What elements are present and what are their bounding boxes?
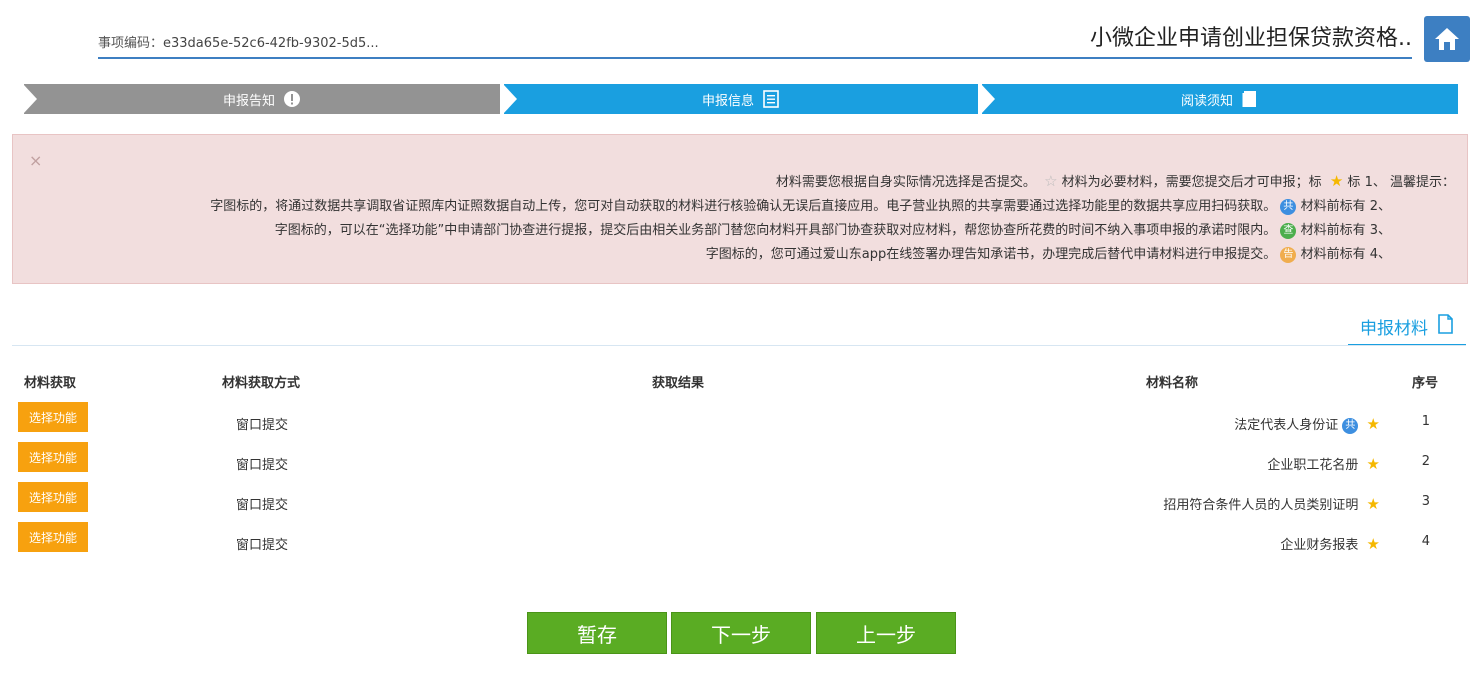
header-divider xyxy=(98,57,1412,59)
header-get: 材料获取 xyxy=(24,376,77,391)
table-header: 序号 材料名称 获取结果 材料获取方式 材料获取 xyxy=(12,362,1460,402)
material-name: 企业职工花名册 ★ xyxy=(1267,455,1380,473)
share-badge-icon: 共 xyxy=(1280,198,1297,215)
notice-line: 字图标的，将通过数据共享调取省证照库内证照数据自动上传，您可对自动获取的材料进行… xyxy=(210,198,1391,215)
step-read[interactable]: 阅读须知 xyxy=(981,84,1458,114)
section-title: 申报材料 xyxy=(1360,318,1428,339)
section-divider xyxy=(12,345,1466,346)
material-name: 招用符合条件人员的人员类别证明 ★ xyxy=(1163,495,1380,513)
home-button[interactable] xyxy=(1424,16,1470,62)
prev-button[interactable]: 上一步 xyxy=(816,612,956,654)
select-function-button[interactable]: 选择功能 xyxy=(18,482,88,512)
step-notify[interactable]: 申报告知 xyxy=(23,84,500,114)
page-title: 小微企业申请创业担保贷款资格.. xyxy=(1090,26,1412,51)
step-info[interactable]: 申报信息 xyxy=(503,84,978,114)
item-code-value: e33da65e-52c6-42fb-9302-5d5... xyxy=(163,36,379,51)
item-code-label: 事项编码： xyxy=(98,36,164,51)
section-tab-materials[interactable]: 申报材料 xyxy=(1348,308,1466,346)
star-icon: ★ xyxy=(1366,495,1380,513)
header-method: 材料获取方式 xyxy=(222,376,301,391)
table-row: 3 招用符合条件人员的人员类别证明 ★ 窗口提交 选择功能 xyxy=(12,482,1460,522)
check-badge-icon: 查 xyxy=(1280,222,1297,239)
outline-star-icon: ☆ xyxy=(1044,172,1058,190)
item-code: 事项编码：e33da65e-52c6-42fb-9302-5d5... xyxy=(98,32,379,51)
document-icon xyxy=(1436,313,1454,339)
select-function-button[interactable]: 选择功能 xyxy=(18,442,88,472)
select-function-button[interactable]: 选择功能 xyxy=(18,402,88,432)
notice-line: 材料需要您根据自身实际情况选择是否提交。 ☆ 材料为必要材料，需要您提交后才可申… xyxy=(775,172,1455,190)
book-icon xyxy=(1241,90,1259,108)
home-icon xyxy=(1435,28,1459,50)
table-row: 1 法定代表人身份证 共 ★ 窗口提交 选择功能 xyxy=(12,402,1460,442)
progress-steps: 申报告知 申报信息 阅读须知 xyxy=(23,84,1458,114)
notice-prefix: 温馨提示： xyxy=(1389,175,1455,190)
close-icon[interactable]: × xyxy=(29,151,42,170)
notice-line: 字图标的，可以在“选择功能”中申请部门协查进行提报，提交后由相关业务部门替您向材… xyxy=(274,222,1391,239)
form-list-icon xyxy=(762,90,780,108)
notify-badge-icon: 告 xyxy=(1280,246,1297,263)
table-row: 4 企业财务报表 ★ 窗口提交 选择功能 xyxy=(12,522,1460,562)
notice-line: 字图标的，您可通过爱山东app在线签署办理告知承诺书，办理完成后替代申请材料进行… xyxy=(705,246,1391,263)
header-result: 获取结果 xyxy=(652,376,705,391)
share-badge-icon: 共 xyxy=(1342,417,1359,434)
step-info-label: 申报信息 xyxy=(701,93,754,109)
material-name: 法定代表人身份证 共 ★ xyxy=(1234,415,1380,434)
save-button[interactable]: 暂存 xyxy=(527,612,667,654)
star-icon: ★ xyxy=(1329,172,1344,190)
star-icon: ★ xyxy=(1366,455,1380,473)
materials-table: 序号 材料名称 获取结果 材料获取方式 材料获取 1 法定代表人身份证 共 ★ … xyxy=(12,362,1460,562)
table-row: 2 企业职工花名册 ★ 窗口提交 选择功能 xyxy=(12,442,1460,482)
step-read-label: 阅读须知 xyxy=(1180,93,1233,109)
star-icon: ★ xyxy=(1366,535,1380,553)
material-name: 企业财务报表 ★ xyxy=(1280,535,1380,553)
page-header: 小微企业申请创业担保贷款资格.. 事项编码：e33da65e-52c6-42fb… xyxy=(0,0,1474,70)
header-idx: 序号 xyxy=(1411,376,1438,391)
header-name: 材料名称 xyxy=(1145,376,1198,391)
exclamation-icon xyxy=(283,90,301,108)
step-notify-label: 申报告知 xyxy=(222,93,275,109)
next-button[interactable]: 下一步 xyxy=(671,612,811,654)
notice-panel: × 材料需要您根据自身实际情况选择是否提交。 ☆ 材料为必要材料，需要您提交后才… xyxy=(12,134,1468,284)
star-icon: ★ xyxy=(1366,415,1380,433)
notice-body: 材料需要您根据自身实际情况选择是否提交。 ☆ 材料为必要材料，需要您提交后才可申… xyxy=(95,169,1455,267)
select-function-button[interactable]: 选择功能 xyxy=(18,522,88,552)
